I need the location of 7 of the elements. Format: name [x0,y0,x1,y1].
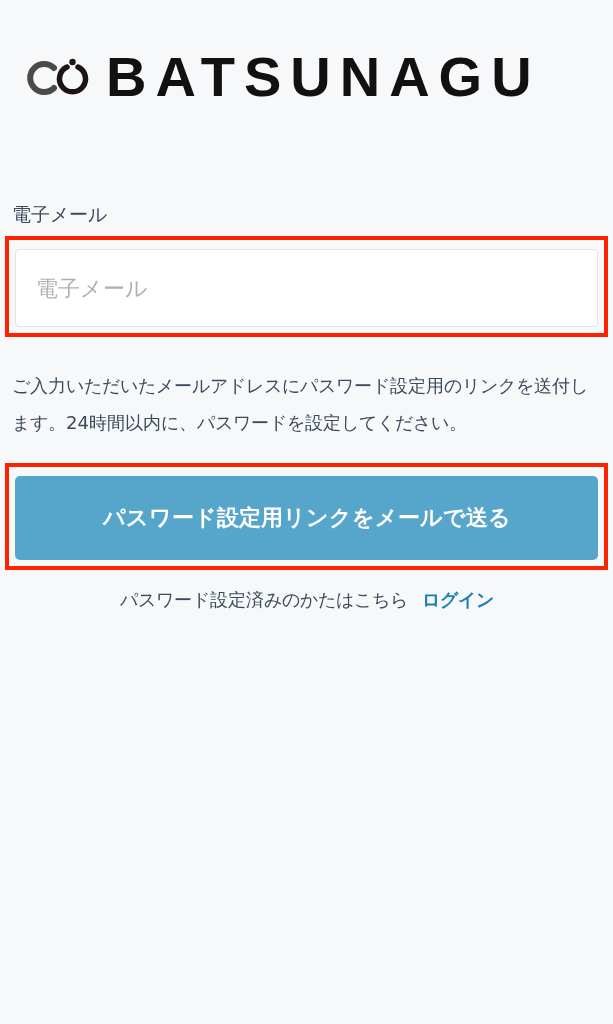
login-link[interactable]: ログイン [421,588,494,612]
email-field[interactable]: 電子メール [15,249,598,327]
field-label: 電子メール [12,202,108,227]
submit-button[interactable]: パスワード設定用リンクをメールで送る [15,476,598,560]
footer-text: パスワード設定済みのかたはこちら [119,588,408,612]
logo-wordmark: BATSUNAGU [106,45,541,109]
notice-text: ご入力いただいたメールアドレスにパスワード設定用のリンクを送付します。24時間以内に、パスワードを設定してください。 [12,374,589,435]
